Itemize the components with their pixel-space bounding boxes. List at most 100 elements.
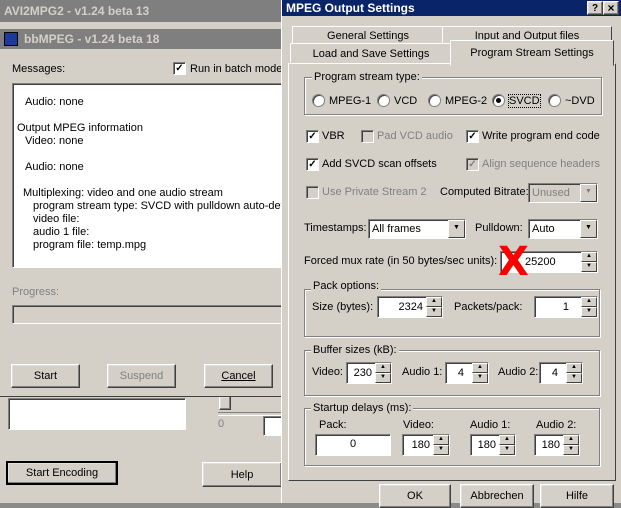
buffer-video-value: 230 — [353, 367, 372, 379]
computed-bitrate-dropdown[interactable]: Unused ▼ — [528, 183, 598, 203]
buffer-video-input[interactable]: 230 ▲ ▼ — [346, 362, 392, 384]
radio-mpeg1[interactable]: MPEG-1 — [312, 94, 371, 107]
radio-button[interactable] — [312, 94, 325, 107]
tab-load-save-settings[interactable]: Load and Save Settings — [290, 43, 452, 64]
radio-dvd[interactable]: ~DVD — [548, 94, 595, 107]
chevron-down-icon[interactable]: ▼ — [448, 220, 465, 238]
batch-mode-label[interactable]: Run in batch mode — [190, 63, 282, 75]
forced-mux-label: Forced mux rate (in 50 bytes/sec units): — [304, 255, 498, 267]
computed-bitrate-label: Computed Bitrate: — [440, 186, 529, 198]
log-line: Output MPEG information — [17, 122, 143, 134]
buffer-audio2-spinner[interactable]: ▲ ▼ — [566, 363, 582, 383]
help-label-behind: Help — [230, 468, 254, 481]
abbrechen-button[interactable]: Abbrechen — [460, 484, 534, 508]
chevron-down-icon[interactable]: ▼ — [580, 184, 597, 202]
forced-mux-spinner[interactable]: ▲ ▼ — [581, 252, 597, 272]
startup-pack-input[interactable]: 0 — [315, 434, 391, 456]
start-encoding-button[interactable]: Start Encoding — [6, 461, 118, 485]
pad-vcd-checkbox[interactable] — [361, 130, 374, 143]
buffer-audio1-input[interactable]: 4 ▲ ▼ — [445, 362, 489, 384]
bbmpeg-window: bbMPEG - v1.24 beta 18 Messages: ✓ Run i… — [0, 29, 285, 397]
startup-pack-label: Pack: — [319, 419, 347, 431]
messages-log[interactable]: Audio: none Output MPEG information Vide… — [12, 83, 285, 268]
private-stream-checkbox[interactable] — [306, 186, 319, 199]
help-title-button[interactable]: ? — [587, 1, 603, 15]
radio-button[interactable] — [548, 94, 561, 107]
bbmpeg-app-icon — [4, 32, 18, 46]
write-end-checkbox[interactable]: ✓ — [466, 130, 479, 143]
radio-vcd[interactable]: VCD — [377, 94, 417, 107]
buffer-audio2-label: Audio 2: — [498, 366, 539, 378]
start-button[interactable]: Start — [11, 364, 80, 388]
packets-input[interactable]: 1 ▲ ▼ — [534, 296, 598, 318]
batch-mode-checkbox[interactable]: ✓ — [173, 62, 186, 75]
tab-label: General Settings — [327, 29, 409, 42]
buffer-audio1-label: Audio 1: — [402, 366, 443, 378]
radio-button[interactable] — [428, 94, 441, 107]
pulldown-dropdown[interactable]: Auto ▼ — [528, 219, 598, 239]
log-line: Video: none — [25, 135, 84, 147]
radio-label: VCD — [394, 94, 418, 107]
progress-label: Progress: — [12, 286, 60, 298]
tab-program-stream-settings[interactable]: Program Stream Settings — [450, 40, 614, 66]
bbmpeg-titlebar[interactable]: bbMPEG - v1.24 beta 18 — [0, 29, 283, 49]
cancel-button-bbmpeg[interactable]: Cancel — [204, 364, 273, 388]
cancel-button-label: Cancel — [221, 370, 256, 382]
avi2mpg-title: AVI2MPG2 - v1.24 beta 13 — [4, 4, 150, 18]
log-line: video file: — [33, 213, 80, 225]
startup-pack-value: 0 — [350, 438, 357, 450]
buffer-audio1-spinner[interactable]: ▲ ▼ — [472, 363, 488, 383]
startup-audio1-input[interactable]: 180 ▲ ▼ — [470, 434, 516, 456]
radio-svcd[interactable]: SVCD — [492, 93, 541, 108]
pack-size-spinner[interactable]: ▲ ▼ — [426, 297, 442, 317]
startup-video-input[interactable]: 180 ▲ ▼ — [402, 434, 450, 456]
pulldown-value: Auto — [532, 223, 555, 235]
mpeg-titlebar[interactable]: MPEG Output Settings — [282, 0, 621, 16]
chevron-down-icon[interactable]: ▼ — [580, 220, 597, 238]
add-svcd-checkbox[interactable]: ✓ — [306, 158, 319, 171]
avi2mpg-text-area[interactable] — [8, 398, 186, 430]
tab-label: Program Stream Settings — [470, 47, 594, 59]
align-seq-label[interactable]: Align sequence headers — [482, 158, 600, 170]
log-line: Audio: none — [25, 96, 84, 108]
private-stream-label[interactable]: Use Private Stream 2 — [322, 186, 427, 198]
avi2mpg-slider-thumb[interactable] — [219, 396, 231, 410]
write-end-label[interactable]: Write program end code — [482, 130, 600, 142]
pack-options-label: Pack options: — [311, 280, 382, 292]
radio-button[interactable] — [377, 94, 390, 107]
startup-audio2-spinner[interactable]: ▲ ▼ — [563, 435, 579, 455]
avi2mpg-titlebar[interactable]: AVI2MPG2 - v1.24 beta 13 — [0, 0, 283, 22]
timestamps-dropdown[interactable]: All frames ▼ — [368, 219, 466, 239]
suspend-button[interactable]: Suspend — [107, 364, 176, 388]
vbr-checkbox[interactable]: ✓ — [306, 130, 319, 143]
startup-video-spinner[interactable]: ▲ ▼ — [433, 435, 449, 455]
align-seq-checkbox[interactable]: ✓ — [466, 158, 479, 171]
startup-audio2-input[interactable]: 180 ▲ ▼ — [534, 434, 580, 456]
startup-audio2-label: Audio 2: — [536, 419, 577, 431]
packets-spinner[interactable]: ▲ ▼ — [581, 297, 597, 317]
hilfe-button[interactable]: Hilfe — [540, 484, 614, 508]
bbmpeg-title: bbMPEG - v1.24 beta 18 — [24, 32, 160, 46]
vbr-label[interactable]: VBR — [322, 130, 345, 142]
progress-bar — [12, 305, 285, 324]
packets-label: Packets/pack: — [454, 301, 523, 313]
help-button-behind[interactable]: Help — [202, 462, 282, 487]
startup-audio1-spinner[interactable]: ▲ ▼ — [499, 435, 515, 455]
abbrechen-button-label: Abbrechen — [470, 490, 524, 502]
buffer-video-spinner[interactable]: ▲ ▼ — [375, 363, 391, 383]
buffer-audio2-input[interactable]: 4 ▲ ▼ — [539, 362, 583, 384]
radio-button-selected[interactable] — [492, 94, 505, 107]
log-line: program stream type: SVCD with pulldown … — [33, 200, 285, 212]
pack-size-input[interactable]: 2324 ▲ ▼ — [377, 296, 443, 318]
ok-button[interactable]: OK — [379, 484, 451, 508]
pad-vcd-label[interactable]: Pad VCD audio — [377, 130, 453, 142]
buffer-video-label: Video: — [312, 366, 343, 378]
startup-audio1-value: 180 — [477, 439, 496, 451]
close-title-button[interactable]: × — [603, 1, 619, 15]
buffer-sizes-label: Buffer sizes (kB): — [311, 344, 399, 356]
radio-mpeg2[interactable]: MPEG-2 — [428, 94, 487, 107]
timestamps-value: All frames — [372, 223, 421, 235]
add-svcd-label[interactable]: Add SVCD scan offsets — [322, 158, 437, 170]
suspend-button-label: Suspend — [119, 370, 164, 382]
